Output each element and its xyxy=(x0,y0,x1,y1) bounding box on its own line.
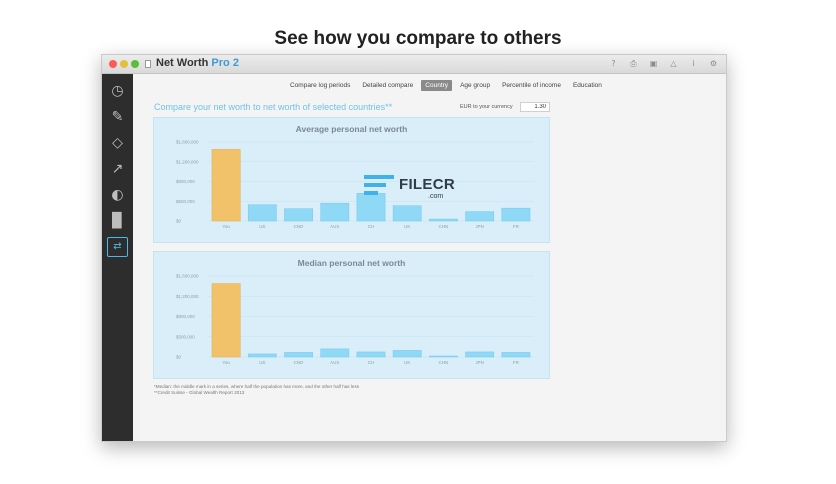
x-tick-label: UK xyxy=(404,360,410,365)
bar-you xyxy=(211,283,241,358)
x-tick-label: AUS xyxy=(330,360,339,365)
tag-icon[interactable]: ✎ xyxy=(107,107,128,127)
x-tick-label: CH xyxy=(368,224,375,229)
headline: See how you compare to others xyxy=(274,28,562,49)
average-net-worth-chart: Average personal net worth $0 $500,000 $80… xyxy=(153,117,550,243)
x-tick-label: CHN xyxy=(439,224,449,229)
bar-cnd xyxy=(284,352,313,358)
tab-education[interactable]: Education xyxy=(569,80,606,91)
app-window: Net Worth Pro 2 ? ⎙ ▣ △ i ⚙ ◷ ✎ ◇ ↗ ◐ ▉ … xyxy=(101,54,727,442)
bar-chn xyxy=(429,355,458,358)
x-tick-label: FR xyxy=(513,224,520,229)
section-subtitle: Compare your net worth to net worth of s… xyxy=(154,102,393,112)
bar-chart-icon[interactable]: ▉ xyxy=(107,211,128,231)
x-tick-label: You xyxy=(222,360,230,365)
minimize-window-button[interactable] xyxy=(120,60,128,68)
help-icon[interactable]: ? xyxy=(609,59,618,69)
bar-jpn xyxy=(465,211,495,222)
y-tick-label: $800,000 xyxy=(176,314,195,319)
tab-bar: Compare log periods Detailed compare Cou… xyxy=(286,80,606,91)
bar-fr xyxy=(501,352,531,358)
x-tick-label: US xyxy=(259,224,265,229)
y-tick-label: $0 xyxy=(176,219,182,224)
gear-icon[interactable]: ⚙ xyxy=(709,59,718,69)
bar-us xyxy=(247,204,277,222)
app-name: Net Worth xyxy=(156,57,209,69)
pie-chart-icon[interactable]: ◐ xyxy=(107,185,128,205)
y-tick-label: $0 xyxy=(176,355,182,360)
trend-line-icon[interactable]: ↗ xyxy=(107,159,128,179)
footnote-source: **Credit Suisse - Global Wealth Report 2… xyxy=(154,390,245,395)
tab-compare-log-periods[interactable]: Compare log periods xyxy=(286,80,354,91)
sidebar: ◷ ✎ ◇ ↗ ◐ ▉ ⇄ xyxy=(102,74,133,441)
bar-uk xyxy=(392,350,422,358)
tab-country[interactable]: Country xyxy=(421,80,453,91)
currency-label: EUR to your currency xyxy=(460,104,513,110)
currency-rate-input[interactable] xyxy=(520,102,550,112)
x-tick-label: US xyxy=(259,360,265,365)
bar-aus xyxy=(320,348,350,358)
main-content: Compare log periods Detailed compare Cou… xyxy=(133,74,726,441)
median-net-worth-svg: $0 $500,000 $800,000 $1,200,000 $1,600,000 Yo… xyxy=(176,274,534,365)
tab-detailed-compare[interactable]: Detailed compare xyxy=(358,80,417,91)
toolbar-icons: ? ⎙ ▣ △ i ⚙ xyxy=(609,59,718,69)
x-tick-label: JPN xyxy=(475,360,484,365)
bar-fr xyxy=(501,207,531,222)
speedometer-icon[interactable]: ◷ xyxy=(107,81,128,101)
compare-icon[interactable]: ⇄ xyxy=(107,237,128,257)
price-tag-icon[interactable]: ◇ xyxy=(107,133,128,153)
window-title: Net Worth Pro 2 xyxy=(156,57,239,69)
x-tick-label: CH xyxy=(368,360,375,365)
bar-ch xyxy=(356,351,386,358)
bar-you xyxy=(211,149,241,222)
y-tick-label: $1,200,000 xyxy=(176,159,199,164)
x-tick-label: JPN xyxy=(475,224,484,229)
x-tick-label: CND xyxy=(294,224,304,229)
warning-icon[interactable]: △ xyxy=(669,59,678,69)
info-icon[interactable]: i xyxy=(689,59,698,69)
footnotes: *Median: the middle mark in a series, wh… xyxy=(154,384,359,396)
median-net-worth-chart: Median personal net worth $0 $500,000 $800… xyxy=(153,251,550,379)
bar-chn xyxy=(429,218,458,222)
document-icon[interactable]: ▣ xyxy=(649,59,658,69)
bar-ch xyxy=(356,193,386,222)
zoom-window-button[interactable] xyxy=(131,60,139,68)
close-window-button[interactable] xyxy=(109,60,117,68)
document-proxy-icon xyxy=(145,60,151,68)
y-tick-label: $800,000 xyxy=(176,179,195,184)
tab-age-group[interactable]: Age group xyxy=(456,80,494,91)
y-tick-label: $500,000 xyxy=(176,334,195,339)
bar-aus xyxy=(320,202,350,222)
x-tick-label: You xyxy=(222,224,230,229)
y-tick-label: $1,200,000 xyxy=(176,294,199,299)
average-net-worth-svg: $0 $500,000 $800,000 $1,200,000 $1,600,000 Yo… xyxy=(176,140,534,229)
y-tick-label: $1,600,000 xyxy=(176,274,199,279)
bar-cnd xyxy=(284,208,313,222)
bar-uk xyxy=(392,205,422,222)
x-tick-label: UK xyxy=(404,224,410,229)
x-tick-label: CHN xyxy=(439,360,449,365)
y-tick-label: $500,000 xyxy=(176,199,195,204)
title-bar: Net Worth Pro 2 ? ⎙ ▣ △ i ⚙ xyxy=(102,55,726,74)
x-tick-label: AUS xyxy=(330,224,339,229)
tab-percentile-of-income[interactable]: Percentile of income xyxy=(498,80,565,91)
bar-jpn xyxy=(465,351,495,358)
bar-us xyxy=(247,353,277,358)
x-tick-label: CND xyxy=(294,360,304,365)
y-tick-label: $1,600,000 xyxy=(176,140,199,145)
print-icon[interactable]: ⎙ xyxy=(629,59,638,69)
x-tick-label: FR xyxy=(513,360,520,365)
app-edition: Pro 2 xyxy=(211,57,239,69)
